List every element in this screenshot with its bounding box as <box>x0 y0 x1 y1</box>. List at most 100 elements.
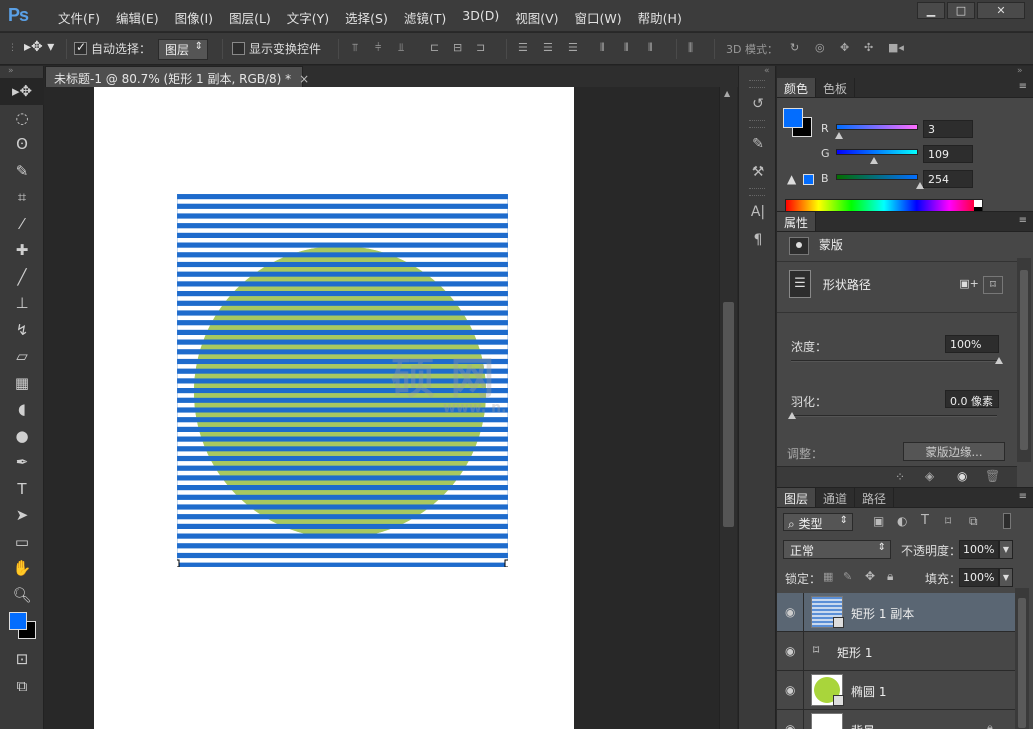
menu-type[interactable]: 文字(Y) <box>279 8 337 27</box>
hand-tool-icon[interactable]: ✋ <box>0 555 44 582</box>
properties-scrollbar[interactable] <box>1017 258 1031 462</box>
document-tab[interactable]: 未标题-1 @ 80.7% (矩形 1 副本, RGB/8) * × <box>45 66 309 87</box>
foreground-color-swatch[interactable] <box>9 612 27 630</box>
menu-view[interactable]: 视图(V) <box>507 8 566 27</box>
layer-name[interactable]: 矩形 1 副本 <box>851 605 914 622</box>
layer-row[interactable]: ◉ ⌑ 矩形 1 <box>777 632 1015 671</box>
screen-mode-icon[interactable]: ⧉ <box>0 673 44 700</box>
menu-window[interactable]: 窗口(W) <box>567 8 630 27</box>
density-slider-thumb[interactable] <box>995 357 1003 364</box>
layer-row[interactable]: ◉ 背景 🔒︎ <box>777 710 1015 729</box>
3d-roll-icon[interactable]: ◎ <box>815 42 829 54</box>
layer-name[interactable]: 背景 <box>851 722 875 729</box>
clone-stamp-tool-icon[interactable]: ⊥ <box>0 290 44 317</box>
brush-panel-icon[interactable]: ✎ <box>739 130 777 158</box>
crop-tool-icon[interactable]: ⌗ <box>0 184 44 211</box>
align-right-icon[interactable]: ⊐ <box>476 42 490 54</box>
distribute-vcenter-icon[interactable]: ☰ <box>543 42 557 54</box>
blend-mode-dropdown[interactable]: 正常 ⇕ <box>783 540 891 559</box>
path-selection-tool-icon[interactable]: ➤ <box>0 502 44 529</box>
show-transform-checkbox[interactable]: 显示变换控件 <box>232 40 321 57</box>
elliptical-marquee-tool-icon[interactable]: ◌ <box>0 105 44 132</box>
filter-adjustment-icon[interactable]: ◐ <box>897 514 907 528</box>
layers-scrollbar[interactable] <box>1015 588 1029 729</box>
r-value-input[interactable]: 3 <box>923 120 973 138</box>
move-tool-icon[interactable]: ▸✥ <box>0 78 44 105</box>
auto-select-checkbox[interactable]: 自动选择： <box>74 40 151 57</box>
minimize-button[interactable]: ▁ <box>917 2 945 19</box>
toggle-mask-visibility-icon[interactable]: ◉ <box>957 469 967 483</box>
scrollbar-thumb[interactable] <box>723 302 734 527</box>
menu-help[interactable]: 帮助(H) <box>630 8 690 27</box>
dock-collapse-icon[interactable]: « <box>739 66 775 78</box>
tools-collapse-icon[interactable]: » <box>0 66 43 78</box>
history-brush-tool-icon[interactable]: ↯ <box>0 317 44 344</box>
filter-type-icon[interactable]: T <box>921 513 929 528</box>
apply-mask-icon[interactable]: ◈ <box>925 469 934 483</box>
dodge-tool-icon[interactable]: ● <box>0 423 44 450</box>
gamut-warning-icon[interactable]: ▲ <box>787 172 796 186</box>
layer-name[interactable]: 椭圆 1 <box>851 683 886 700</box>
lock-pixels-icon[interactable]: ✎ <box>843 570 852 583</box>
3d-rotate-icon[interactable]: ↻ <box>790 42 804 54</box>
gradient-tool-icon[interactable]: ▦ <box>0 370 44 397</box>
menu-image[interactable]: 图像(I) <box>167 8 221 27</box>
r-slider-thumb[interactable] <box>835 132 843 139</box>
lock-all-icon[interactable]: 🔒︎ <box>887 569 893 584</box>
feather-slider-thumb[interactable] <box>788 412 796 419</box>
brush-tool-icon[interactable]: ╱ <box>0 264 44 291</box>
pen-tool-icon[interactable]: ✒ <box>0 449 44 476</box>
fill-dropdown-icon[interactable]: ▼ <box>999 568 1013 587</box>
eyedropper-tool-icon[interactable]: ⁄ <box>0 211 44 238</box>
density-slider[interactable] <box>791 360 997 362</box>
scroll-up-icon[interactable]: ▲ <box>724 89 730 98</box>
distribute-right-icon[interactable]: ⫴ <box>648 42 662 54</box>
layer-filter-dropdown[interactable]: ⌕ 类型 ⇕ <box>783 513 853 531</box>
g-value-input[interactable]: 109 <box>923 145 973 163</box>
align-bottom-icon[interactable]: ⫫ <box>398 42 412 54</box>
canvas-area[interactable]: 硕 网 www. n. <box>45 87 719 729</box>
scrollbar-thumb[interactable] <box>1020 270 1028 450</box>
layer-thumbnail[interactable] <box>811 713 843 729</box>
distribute-left-icon[interactable]: ⫴ <box>600 42 614 54</box>
lock-position-icon[interactable]: ✥ <box>865 569 875 583</box>
web-safe-swatch[interactable] <box>803 174 814 185</box>
type-tool-icon[interactable]: T <box>0 476 44 503</box>
density-input[interactable]: 100% <box>945 335 999 353</box>
right-collapse-icon[interactable]: » <box>777 66 1033 78</box>
visibility-eye-icon[interactable]: ◉ <box>785 722 795 729</box>
healing-brush-tool-icon[interactable]: ✚ <box>0 237 44 264</box>
menu-select[interactable]: 选择(S) <box>337 8 396 27</box>
tab-properties[interactable]: 属性 <box>777 212 817 231</box>
fill-input[interactable]: 100% <box>959 568 999 587</box>
menu-filter[interactable]: 滤镜(T) <box>396 8 454 27</box>
filter-pixel-icon[interactable]: ▣ <box>873 514 884 528</box>
visibility-eye-icon[interactable]: ◉ <box>785 644 795 658</box>
close-button[interactable]: ✕ <box>977 2 1025 19</box>
zoom-tool-icon[interactable]: 🔍︎ <box>0 582 44 609</box>
b-value-input[interactable]: 254 <box>923 170 973 188</box>
g-slider-thumb[interactable] <box>870 157 878 164</box>
auto-align-icon[interactable]: ⫼ <box>688 42 702 54</box>
feather-slider[interactable] <box>791 415 997 417</box>
filter-shape-icon[interactable]: ⌑ <box>945 514 951 528</box>
menu-edit[interactable]: 编辑(E) <box>108 8 167 27</box>
g-slider[interactable] <box>836 149 918 155</box>
auto-select-dropdown[interactable]: 图层 <box>158 39 208 60</box>
feather-input[interactable]: 0.0 像素 <box>945 390 999 408</box>
opacity-dropdown-icon[interactable]: ▼ <box>999 540 1013 559</box>
align-left-icon[interactable]: ⊏ <box>430 42 444 54</box>
tab-layers[interactable]: 图层 <box>777 488 817 507</box>
color-swatches[interactable] <box>0 608 43 646</box>
mask-edge-button[interactable]: 蒙版边缘... <box>903 442 1005 461</box>
3d-scale-icon[interactable]: ■◂ <box>888 42 904 54</box>
rectangle-tool-icon[interactable]: ▭ <box>0 529 44 556</box>
maximize-button[interactable]: □ <box>947 2 975 19</box>
opacity-input[interactable]: 100% <box>959 540 999 559</box>
panel-menu-icon[interactable]: ≡ <box>1019 215 1027 226</box>
quick-selection-tool-icon[interactable]: ✎ <box>0 158 44 185</box>
3d-pan-icon[interactable]: ✥ <box>840 42 854 54</box>
vector-mask-icon[interactable]: ☰ <box>789 270 811 298</box>
canvas-vertical-scrollbar[interactable]: ▲ <box>719 87 737 729</box>
eraser-tool-icon[interactable]: ▱ <box>0 343 44 370</box>
